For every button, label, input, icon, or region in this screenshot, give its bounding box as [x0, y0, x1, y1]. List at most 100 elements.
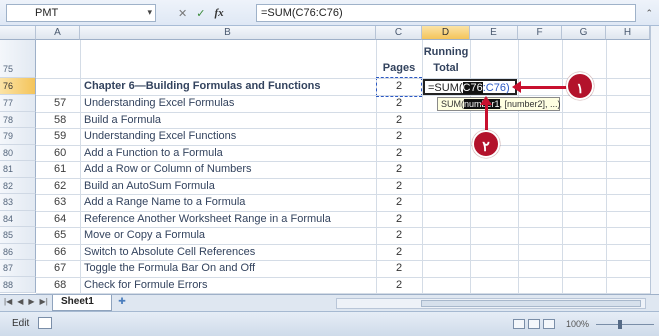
gridline — [36, 243, 650, 245]
row-header[interactable]: 87 — [0, 260, 36, 277]
row-header[interactable]: 84 — [0, 210, 36, 227]
gridline — [36, 194, 650, 195]
pages-cell[interactable]: 2 — [376, 196, 422, 208]
sheet-nav-buttons: |◀ ◀ ▶ ▶| — [4, 297, 48, 306]
last-sheet-icon[interactable]: ▶| — [40, 297, 48, 306]
chapter-number-cell[interactable]: 65 — [36, 229, 80, 241]
chapter-title[interactable]: Chapter 6—Building Formulas and Function… — [80, 80, 376, 92]
select-all-corner[interactable] — [0, 26, 36, 40]
pages-cell[interactable]: 2 — [376, 213, 422, 225]
chapter-number-cell[interactable]: 59 — [36, 130, 80, 142]
name-box-value: PMT — [35, 7, 59, 19]
macro-record-icon[interactable] — [38, 317, 52, 329]
section-title-cell[interactable]: Build an AutoSum Formula — [80, 180, 376, 192]
chevron-down-icon[interactable]: ▾ — [147, 7, 152, 18]
pages-cell[interactable]: 2 — [376, 246, 422, 258]
name-box[interactable]: PMT ▾ — [6, 4, 156, 22]
callout-badge-1: ١ — [566, 72, 594, 100]
pages-cell[interactable]: 2 — [376, 147, 422, 159]
column-header-c[interactable]: C — [376, 26, 422, 40]
row-header[interactable]: 77 — [0, 95, 36, 112]
row-header-76[interactable]: 76 — [0, 78, 36, 95]
active-cell-d76[interactable]: =SUM(C76:C76) — [423, 79, 517, 95]
pages-cell[interactable]: 2 — [376, 97, 422, 109]
running-total-header-line2[interactable]: Total — [422, 62, 470, 74]
tooltip-function: SUM( — [441, 99, 464, 109]
section-title-cell[interactable]: Toggle the Formula Bar On and Off — [80, 262, 376, 274]
chapter-number-cell[interactable]: 60 — [36, 147, 80, 159]
pages-header[interactable]: Pages — [376, 62, 422, 74]
normal-view-icon[interactable] — [513, 319, 525, 329]
gridline — [36, 210, 650, 212]
zoom-level[interactable]: 100% — [566, 319, 589, 329]
pages-cell[interactable]: 2 — [376, 114, 422, 126]
chapter-number-cell[interactable]: 57 — [36, 97, 80, 109]
next-sheet-icon[interactable]: ▶ — [28, 297, 34, 306]
first-sheet-icon[interactable]: |◀ — [4, 297, 12, 306]
page-layout-view-icon[interactable] — [528, 319, 540, 329]
row-header[interactable]: 83 — [0, 194, 36, 211]
status-mode: Edit — [12, 318, 30, 329]
formula-input[interactable]: =SUM(C76:C76) — [256, 4, 636, 22]
page-break-view-icon[interactable] — [543, 319, 555, 329]
pages-cell[interactable]: 2 — [376, 262, 422, 274]
cancel-icon[interactable]: ✕ — [178, 7, 187, 20]
zoom-slider-knob[interactable] — [618, 320, 622, 329]
column-header-f[interactable]: F — [518, 26, 562, 40]
row-header-75[interactable]: 75 — [0, 40, 36, 78]
section-title-cell[interactable]: Add a Row or Column of Numbers — [80, 163, 376, 175]
section-title-cell[interactable]: Reference Another Worksheet Range in a F… — [80, 213, 376, 225]
range-reference-outline — [376, 77, 422, 97]
expand-formula-bar-icon[interactable]: ⌃ — [645, 8, 653, 19]
row-header[interactable]: 86 — [0, 243, 36, 260]
gridline — [36, 111, 650, 113]
column-header-h[interactable]: H — [606, 26, 650, 40]
prev-sheet-icon[interactable]: ◀ — [17, 297, 23, 306]
row-header[interactable]: 78 — [0, 111, 36, 128]
section-title-cell[interactable]: Check for Formule Errors — [80, 279, 376, 291]
chapter-number-cell[interactable]: 68 — [36, 279, 80, 291]
column-header-g[interactable]: G — [562, 26, 606, 40]
function-argument-tooltip[interactable]: SUM(number1, [number2], ...) — [437, 97, 561, 111]
sheet-tab-sheet1[interactable]: Sheet1 — [52, 295, 112, 311]
column-header-d[interactable]: D — [422, 26, 470, 40]
column-header-b[interactable]: B — [80, 26, 376, 40]
chapter-number-cell[interactable]: 61 — [36, 163, 80, 175]
enter-icon[interactable]: ✓ — [196, 7, 205, 20]
section-title-cell[interactable]: Move or Copy a Formula — [80, 229, 376, 241]
row-header[interactable]: 85 — [0, 227, 36, 244]
running-total-header-line1[interactable]: Running — [422, 46, 470, 58]
insert-sheet-icon[interactable]: ✚ — [112, 296, 132, 310]
vertical-scrollbar[interactable] — [650, 26, 659, 294]
pages-cell[interactable]: 2 — [376, 229, 422, 241]
section-title-cell[interactable]: Build a Formula — [80, 114, 376, 126]
section-title-cell[interactable]: Understanding Excel Functions — [80, 130, 376, 142]
horizontal-scrollbar[interactable] — [336, 298, 646, 309]
pages-cell[interactable]: 2 — [376, 180, 422, 192]
section-title-cell[interactable]: Understanding Excel Formulas — [80, 97, 376, 109]
row-header[interactable]: 79 — [0, 128, 36, 145]
chapter-number-cell[interactable]: 63 — [36, 196, 80, 208]
pages-cell[interactable]: 2 — [376, 130, 422, 142]
chapter-number-cell[interactable]: 58 — [36, 114, 80, 126]
row-header[interactable]: 81 — [0, 161, 36, 178]
chapter-number-cell[interactable]: 64 — [36, 213, 80, 225]
column-header-e[interactable]: E — [470, 26, 518, 40]
column-header-a[interactable]: A — [36, 26, 80, 40]
chapter-number-cell[interactable]: 67 — [36, 262, 80, 274]
scroll-thumb[interactable] — [421, 300, 641, 307]
pages-cell[interactable]: 2 — [376, 279, 422, 291]
row-header[interactable]: 82 — [0, 177, 36, 194]
formula-tools: ✕ ✓ fx — [178, 5, 224, 21]
row-header[interactable]: 80 — [0, 144, 36, 161]
zoom-slider[interactable] — [596, 320, 654, 329]
chapter-number-cell[interactable]: 62 — [36, 180, 80, 192]
section-title-cell[interactable]: Add a Range Name to a Formula — [80, 196, 376, 208]
row-header[interactable]: 88 — [0, 276, 36, 293]
insert-function-icon[interactable]: fx — [214, 7, 223, 19]
pages-cell[interactable]: 2 — [376, 163, 422, 175]
section-title-cell[interactable]: Add a Function to a Formula — [80, 147, 376, 159]
chapter-number-cell[interactable]: 66 — [36, 246, 80, 258]
gridline — [36, 227, 650, 228]
section-title-cell[interactable]: Switch to Absolute Cell References — [80, 246, 376, 258]
